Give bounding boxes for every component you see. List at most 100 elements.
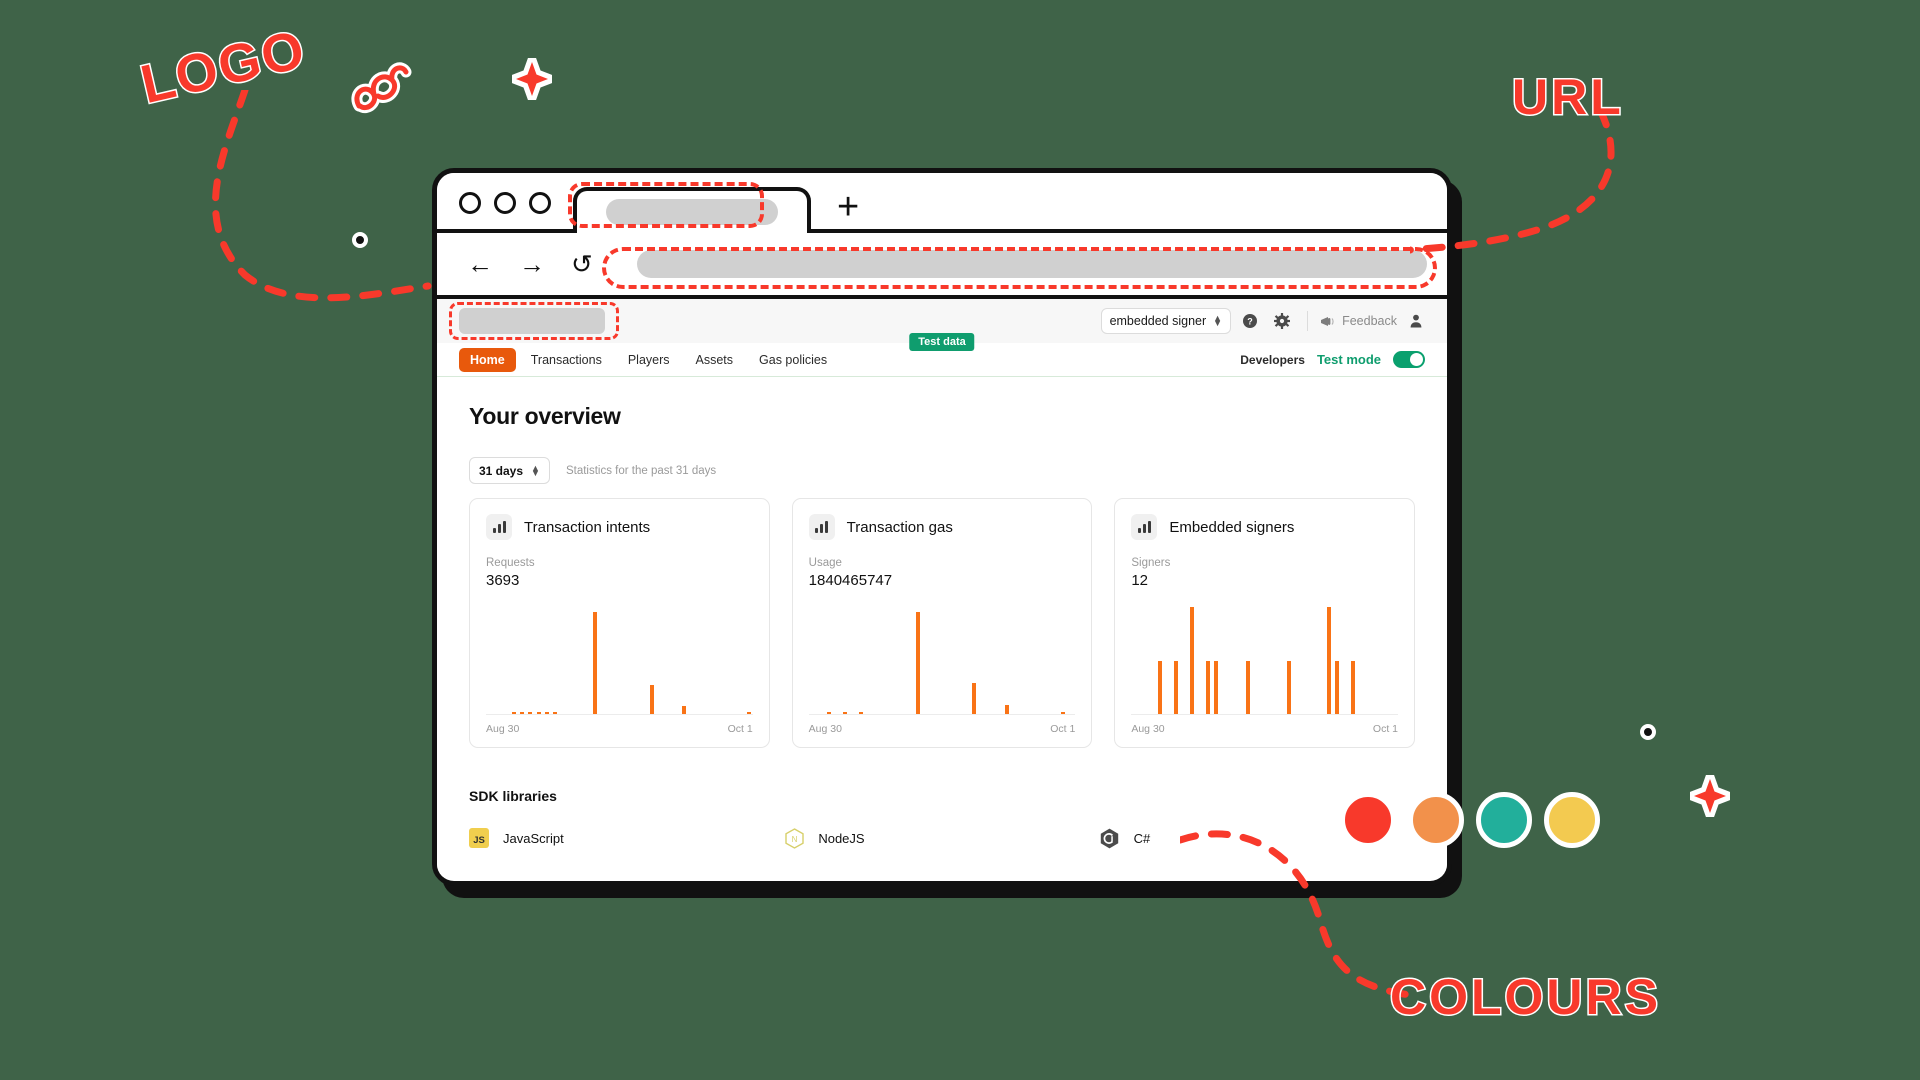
- bar-slot: [518, 607, 526, 714]
- forward-icon[interactable]: →: [519, 251, 545, 277]
- bar-slot: [1261, 607, 1269, 714]
- bar-slot: [898, 607, 906, 714]
- nav-item-home[interactable]: Home: [459, 347, 516, 372]
- card-metric-value: 3693: [486, 572, 520, 589]
- bar-slot: [720, 607, 728, 714]
- axis-tick-start: Aug 30: [486, 723, 520, 735]
- bar-slot: [559, 607, 567, 714]
- app-logo[interactable]: [459, 308, 605, 334]
- bar-slot: [922, 607, 930, 714]
- test-data-badge: Test data: [909, 333, 975, 351]
- bar-slot: [1220, 607, 1228, 714]
- bar: [843, 711, 848, 714]
- bar-slot: [889, 607, 897, 714]
- feedback-button[interactable]: Feedback: [1320, 314, 1397, 328]
- card-header: Transaction intents: [486, 514, 753, 540]
- gear-icon: [1274, 313, 1291, 329]
- bar-slot: [648, 607, 656, 714]
- bar-slot: [1317, 607, 1325, 714]
- swirl-doodle: [351, 62, 412, 113]
- date-range-selector[interactable]: 31 days ▲ ▼: [469, 457, 550, 484]
- annotation-colours: COLOURS: [1389, 968, 1661, 1027]
- bar-slot: [930, 607, 938, 714]
- bar-slot: [1148, 607, 1156, 714]
- bar: [681, 706, 686, 714]
- annotation-url: URL: [1511, 68, 1624, 127]
- bar: [915, 611, 920, 714]
- annotation-logo: LOGO: [134, 17, 313, 116]
- environment-selector[interactable]: embedded signer ▲ ▼: [1100, 308, 1232, 334]
- card-metric-value: 12: [1131, 572, 1149, 589]
- chart-axis: Aug 30 Oct 1: [1131, 723, 1398, 735]
- card-header: Embedded signers: [1131, 514, 1398, 540]
- nav-item-assets[interactable]: Assets: [685, 348, 745, 372]
- nav-item-players[interactable]: Players: [617, 348, 681, 372]
- back-icon[interactable]: ←: [467, 251, 493, 277]
- bar-slot: [1027, 607, 1035, 714]
- bar-slot: [510, 607, 518, 714]
- card-metric-label: Usage: [808, 557, 842, 569]
- chart-plot: [1131, 607, 1399, 715]
- bar-slot: [712, 607, 720, 714]
- account-button[interactable]: [1403, 308, 1429, 334]
- card-chart: Aug 30 Oct 1: [808, 607, 1076, 735]
- bar: [528, 711, 533, 714]
- bar-slot: [825, 607, 833, 714]
- sdk-libraries-section: SDK libraries JS JavaScript N NodeJS C#: [469, 788, 1415, 849]
- new-tab-button[interactable]: +: [837, 188, 859, 226]
- bar-slot: [599, 607, 607, 714]
- bar-slot: [494, 607, 502, 714]
- settings-button[interactable]: [1269, 308, 1295, 334]
- card-metric-label: Requests: [486, 557, 535, 569]
- bar-slot: [1382, 607, 1390, 714]
- maximize-icon[interactable]: [529, 192, 551, 214]
- feedback-label: Feedback: [1342, 314, 1397, 328]
- minimize-icon[interactable]: [494, 192, 516, 214]
- developers-link[interactable]: Developers: [1240, 353, 1305, 367]
- close-icon[interactable]: [459, 192, 481, 214]
- bar-slot: [672, 607, 680, 714]
- environment-selector-label: embedded signer: [1109, 314, 1207, 328]
- bar: [649, 685, 654, 714]
- help-button[interactable]: ?: [1237, 308, 1263, 334]
- bar-slot: [680, 607, 688, 714]
- metric-card-1: Transaction gas Usage 1840465747 Aug 30 Oct …: [791, 498, 1093, 748]
- bar: [1246, 660, 1251, 714]
- bar-slot: [526, 607, 534, 714]
- bar: [1157, 660, 1162, 714]
- nav-item-gas-policies[interactable]: Gas policies: [748, 348, 838, 372]
- browser-url-bar: ← → ↺: [437, 233, 1447, 299]
- bar-slot: [906, 607, 914, 714]
- test-mode-toggle[interactable]: [1393, 351, 1425, 368]
- bar: [1206, 660, 1211, 714]
- reload-icon[interactable]: ↺: [571, 251, 593, 277]
- bar: [826, 711, 831, 714]
- bar-slot: [745, 607, 753, 714]
- bar-slot: [688, 607, 696, 714]
- url-input[interactable]: [636, 250, 1427, 278]
- bar-slot: [696, 607, 704, 714]
- metric-cards: Transaction intents Requests 3693 Aug 30 Oct…: [469, 498, 1416, 748]
- bar-slot: [1019, 607, 1027, 714]
- bar: [536, 711, 541, 714]
- swatch-yellow: [1544, 792, 1600, 848]
- filter-note: Statistics for the past 31 days: [565, 464, 717, 477]
- window-controls: [459, 192, 551, 229]
- top-bar-actions: embedded signer ▲ ▼ ? Feedback: [1100, 308, 1429, 334]
- sdk-item-javascript[interactable]: JS JavaScript: [469, 828, 784, 848]
- chevron-updown-icon: ▲ ▼: [531, 462, 540, 478]
- bar-slot: [502, 607, 510, 714]
- bar-slot: [623, 607, 631, 714]
- svg-text:?: ?: [1247, 317, 1253, 327]
- card-title: Transaction gas: [846, 518, 953, 536]
- bar-slot: [607, 607, 615, 714]
- nav-item-transactions[interactable]: Transactions: [520, 348, 613, 372]
- app-main-content: Your overview 31 days ▲ ▼ Statistics for …: [437, 377, 1447, 849]
- app-viewport: embedded signer ▲ ▼ ? Feedback Home Tran…: [437, 299, 1447, 877]
- browser-tab-bar: +: [437, 173, 1447, 233]
- megaphone-icon: [1321, 316, 1334, 326]
- bar: [972, 682, 977, 714]
- browser-tab[interactable]: [568, 182, 811, 233]
- sdk-item-nodejs[interactable]: N NodeJS: [784, 827, 1099, 849]
- bar-slot: [575, 607, 583, 714]
